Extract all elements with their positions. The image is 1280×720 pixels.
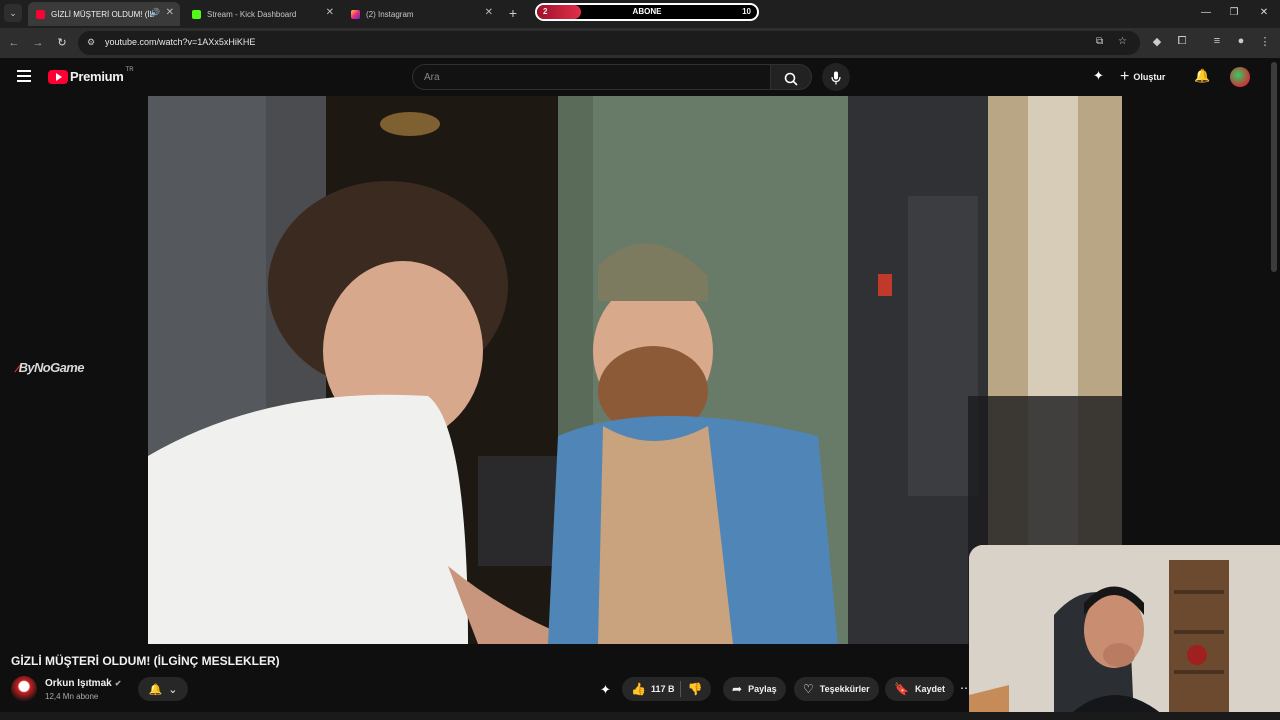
youtube-header: Premium TR Ara ✦ + Oluştur 🔔	[0, 58, 1280, 96]
tab-title: (2) Instagram	[366, 9, 414, 19]
restore-icon[interactable]: ❐	[1222, 4, 1246, 22]
new-tab-button[interactable]: +	[504, 4, 522, 22]
thumbs-down-icon[interactable]: 👎	[687, 682, 702, 696]
subscriber-goal-bar: 2 ABONE 10	[535, 3, 759, 21]
like-button[interactable]: 👍 117 B	[631, 682, 674, 696]
kick-favicon-icon	[192, 9, 201, 19]
instagram-favicon-icon	[351, 9, 360, 19]
watermark-text: ByNoGame	[18, 360, 85, 375]
channel-name[interactable]: Orkun Işıtmak ✔	[45, 678, 121, 689]
bookmark-star-icon[interactable]: ☆	[1118, 36, 1127, 47]
tab-instagram[interactable]: (2) Instagram ✕	[343, 2, 499, 26]
search-input[interactable]: Ara	[412, 64, 770, 90]
account-avatar[interactable]	[1230, 67, 1250, 87]
share-button[interactable]: ➦ Paylaş	[723, 677, 786, 701]
media-controls-icon[interactable]: ≡	[1209, 35, 1225, 47]
subscriber-count: 12,4 Mn abone	[45, 692, 99, 701]
bell-icon: 🔔	[148, 683, 163, 696]
youtube-favicon-icon	[36, 9, 45, 19]
channel-name-text: Orkun Işıtmak	[45, 678, 112, 689]
subscribed-bell-button[interactable]: 🔔 ⌄	[138, 677, 188, 701]
like-count: 117 B	[650, 684, 675, 694]
youtube-play-icon	[48, 69, 68, 84]
tab-search-dropdown-icon[interactable]: ⌄	[4, 4, 22, 22]
tab-title: GİZLİ MÜŞTERİ OLDUM! (İL	[51, 9, 155, 19]
voice-search-button[interactable]	[822, 63, 850, 91]
thumbs-up-icon: 👍	[631, 682, 646, 696]
video-title: GİZLİ MÜŞTERİ OLDUM! (İLGİNÇ MESLEKLER)	[11, 654, 280, 668]
goal-label: ABONE	[632, 7, 662, 16]
reload-icon[interactable]: ↻	[54, 35, 70, 51]
tab-kick[interactable]: Stream - Kick Dashboard ✕	[184, 2, 340, 26]
save-button[interactable]: 🔖 Kaydet	[885, 677, 954, 701]
speaker-icon[interactable]: 🔊	[150, 8, 160, 17]
close-window-icon[interactable]: ✕	[1252, 4, 1276, 22]
site-info-icon[interactable]: ⚙	[87, 37, 99, 49]
address-bar[interactable]: ⚙ youtube.com/watch?v=1AXx5xHiKHE ⧉ ☆	[78, 31, 1140, 55]
install-app-icon[interactable]: ⧉	[1096, 36, 1103, 47]
extensions-puzzle-icon[interactable]: ⧠	[1174, 35, 1190, 48]
profile-icon[interactable]: ●	[1233, 35, 1249, 47]
bynogame-watermark: ⁄ByNoGame	[17, 360, 84, 375]
page-scrollbar[interactable]	[1271, 62, 1277, 272]
logo-text: Premium	[70, 69, 124, 84]
minimize-icon[interactable]: —	[1194, 4, 1218, 22]
like-dislike-group: 👍 117 B 👎	[622, 677, 712, 701]
thanks-heart-icon: ♡	[803, 682, 814, 696]
webcam-feed	[969, 545, 1280, 720]
thanks-label: Teşekkürler	[819, 684, 870, 694]
plus-icon: +	[1120, 68, 1130, 85]
search-placeholder: Ara	[424, 72, 440, 83]
close-tab-icon[interactable]: ✕	[485, 7, 493, 18]
youtube-premium-logo[interactable]: Premium TR	[48, 66, 134, 84]
menu-hamburger-icon[interactable]	[17, 70, 31, 82]
tab-title: Stream - Kick Dashboard	[207, 9, 297, 19]
save-label: Kaydet	[914, 684, 945, 694]
search-icon	[784, 72, 798, 86]
divider	[680, 681, 682, 697]
url-text: youtube.com/watch?v=1AXx5xHiKHE	[105, 37, 256, 47]
channel-avatar[interactable]	[11, 676, 37, 702]
create-button[interactable]: + Oluştur	[1120, 67, 1165, 87]
webcam-overlay	[969, 545, 1280, 720]
goal-target: 10	[742, 7, 751, 16]
logo-region: TR	[125, 66, 134, 73]
menu-kebab-icon[interactable]: ⋮	[1257, 35, 1273, 48]
forward-icon[interactable]: →	[30, 35, 46, 51]
close-tab-icon[interactable]: ✕	[326, 7, 334, 18]
back-icon[interactable]: ←	[6, 35, 22, 51]
bottom-strip	[0, 712, 1280, 720]
microphone-icon	[831, 71, 841, 85]
tab-youtube[interactable]: GİZLİ MÜŞTERİ OLDUM! (İL 🔊 ✕	[28, 2, 180, 26]
browser-toolbar: ← → ↻ ⚙ youtube.com/watch?v=1AXx5xHiKHE …	[0, 28, 1280, 58]
search-button[interactable]	[770, 64, 812, 90]
verified-check-icon: ✔	[114, 679, 122, 688]
thanks-button[interactable]: ♡ Teşekkürler	[794, 677, 879, 701]
premium-sparkle-icon[interactable]: ✦	[600, 682, 611, 698]
close-tab-icon[interactable]: ✕	[166, 7, 174, 18]
extension-diamond-icon[interactable]: ◆	[1149, 35, 1165, 48]
browser-tab-strip: ⌄ GİZLİ MÜŞTERİ OLDUM! (İL 🔊 ✕ Stream - …	[0, 0, 1280, 28]
create-label: Oluştur	[1133, 72, 1166, 82]
share-arrow-icon: ➦	[732, 682, 743, 696]
notifications-bell-icon[interactable]: 🔔	[1194, 68, 1210, 84]
chevron-down-icon: ⌄	[168, 683, 178, 696]
premium-sparkle-icon[interactable]: ✦	[1093, 68, 1104, 84]
bookmark-icon: 🔖	[894, 682, 909, 696]
share-label: Paylaş	[748, 684, 777, 694]
